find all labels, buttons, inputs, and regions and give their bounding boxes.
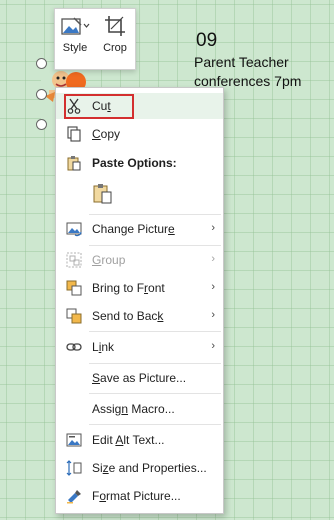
menu-item-send-to-back[interactable]: Send to Back › (56, 303, 223, 329)
style-button[interactable]: Style (55, 9, 95, 69)
menu-item-label: Format Picture... (92, 489, 181, 503)
cut-highlight-box (64, 94, 134, 119)
menu-item-label: Save as Picture... (92, 371, 187, 385)
submenu-arrow-icon: › (211, 253, 215, 265)
menu-item-change-picture[interactable]: Change Picture › (56, 216, 223, 242)
menu-item-edit-alt-text[interactable]: Edit Alt Text... (56, 427, 223, 453)
picture-style-icon (61, 17, 90, 35)
menu-separator (89, 214, 221, 215)
submenu-arrow-icon: › (211, 281, 215, 293)
menu-item-label: Link (92, 340, 115, 354)
menu-item-label: Size and Properties... (92, 461, 207, 475)
submenu-arrow-icon: › (211, 309, 215, 321)
menu-item-label: Copy (92, 127, 121, 141)
menu-item-save-as-picture[interactable]: Save as Picture... (56, 365, 223, 391)
menu-item-label: Assign Macro... (92, 402, 175, 416)
menu-separator (89, 393, 221, 394)
menu-item-label: Bring to Front (92, 281, 165, 295)
paste-options-label: Paste Options: (92, 156, 177, 170)
paste-option-keep-source-button[interactable] (90, 180, 116, 206)
style-label: Style (62, 42, 88, 54)
send-to-back-icon (65, 308, 83, 324)
copy-icon (65, 126, 83, 142)
crop-button[interactable]: Crop (95, 9, 135, 69)
menu-separator (89, 245, 221, 246)
link-icon (65, 339, 83, 355)
size-properties-icon (65, 460, 83, 476)
paste-clipboard-icon (93, 184, 112, 204)
alt-text-icon (65, 432, 83, 448)
context-menu: Cut Copy Paste Options: Change Picture ›… (55, 87, 224, 514)
menu-separator (89, 424, 221, 425)
mini-toolbar: Style Crop (54, 8, 136, 70)
calendar-day-number: 09 (196, 30, 218, 51)
submenu-arrow-icon: › (211, 340, 215, 352)
submenu-arrow-icon: › (211, 222, 215, 234)
menu-item-label: Change Picture (92, 222, 175, 236)
menu-item-assign-macro[interactable]: Assign Macro... (56, 396, 223, 422)
change-picture-icon (65, 221, 83, 237)
resize-handle-middle-left[interactable] (36, 89, 47, 100)
menu-item-paste-options: Paste Options: (56, 150, 223, 176)
crop-label: Crop (103, 42, 127, 54)
calendar-event-text: Parent Teacher conferences 7pm (194, 54, 302, 89)
menu-item-label: Group (92, 253, 126, 267)
group-icon (65, 252, 83, 268)
resize-handle-top-left[interactable] (36, 58, 47, 69)
menu-separator (89, 363, 221, 364)
menu-item-format-picture[interactable]: Format Picture... (56, 483, 223, 509)
menu-separator (89, 331, 221, 332)
clipboard-icon (65, 155, 83, 171)
menu-item-bring-to-front[interactable]: Bring to Front › (56, 275, 223, 301)
menu-item-size-and-properties[interactable]: Size and Properties... (56, 455, 223, 481)
menu-item-copy[interactable]: Copy (56, 121, 223, 147)
format-picture-icon (65, 488, 83, 504)
resize-handle-bottom-left[interactable] (36, 119, 47, 130)
menu-item-link[interactable]: Link › (56, 334, 223, 360)
menu-item-group: Group › (56, 247, 223, 273)
bring-to-front-icon (65, 280, 83, 296)
menu-item-label: Edit Alt Text... (92, 433, 165, 447)
crop-icon (105, 16, 125, 36)
menu-item-label: Send to Back (92, 309, 164, 323)
